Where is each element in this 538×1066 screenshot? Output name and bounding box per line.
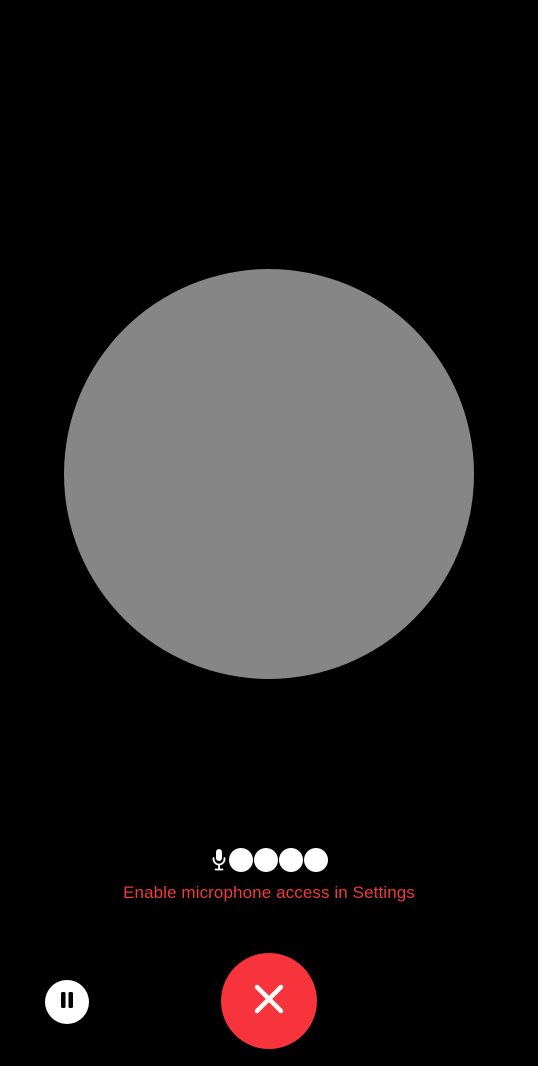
- level-dot: [228, 848, 253, 872]
- level-dot: [278, 848, 303, 872]
- pause-button[interactable]: [45, 980, 89, 1024]
- microphone-icon: [211, 848, 227, 872]
- level-dot: [253, 848, 278, 872]
- voice-orb: [64, 269, 474, 679]
- microphone-access-message[interactable]: Enable microphone access in Settings: [0, 882, 538, 904]
- end-voice-button[interactable]: [221, 953, 317, 1049]
- voice-mode-screen: Enable microphone access in Settings: [0, 0, 538, 1066]
- close-icon: [254, 984, 284, 1019]
- pause-icon: [59, 991, 75, 1014]
- microphone-level-indicator: [0, 847, 538, 873]
- level-dot: [303, 848, 328, 872]
